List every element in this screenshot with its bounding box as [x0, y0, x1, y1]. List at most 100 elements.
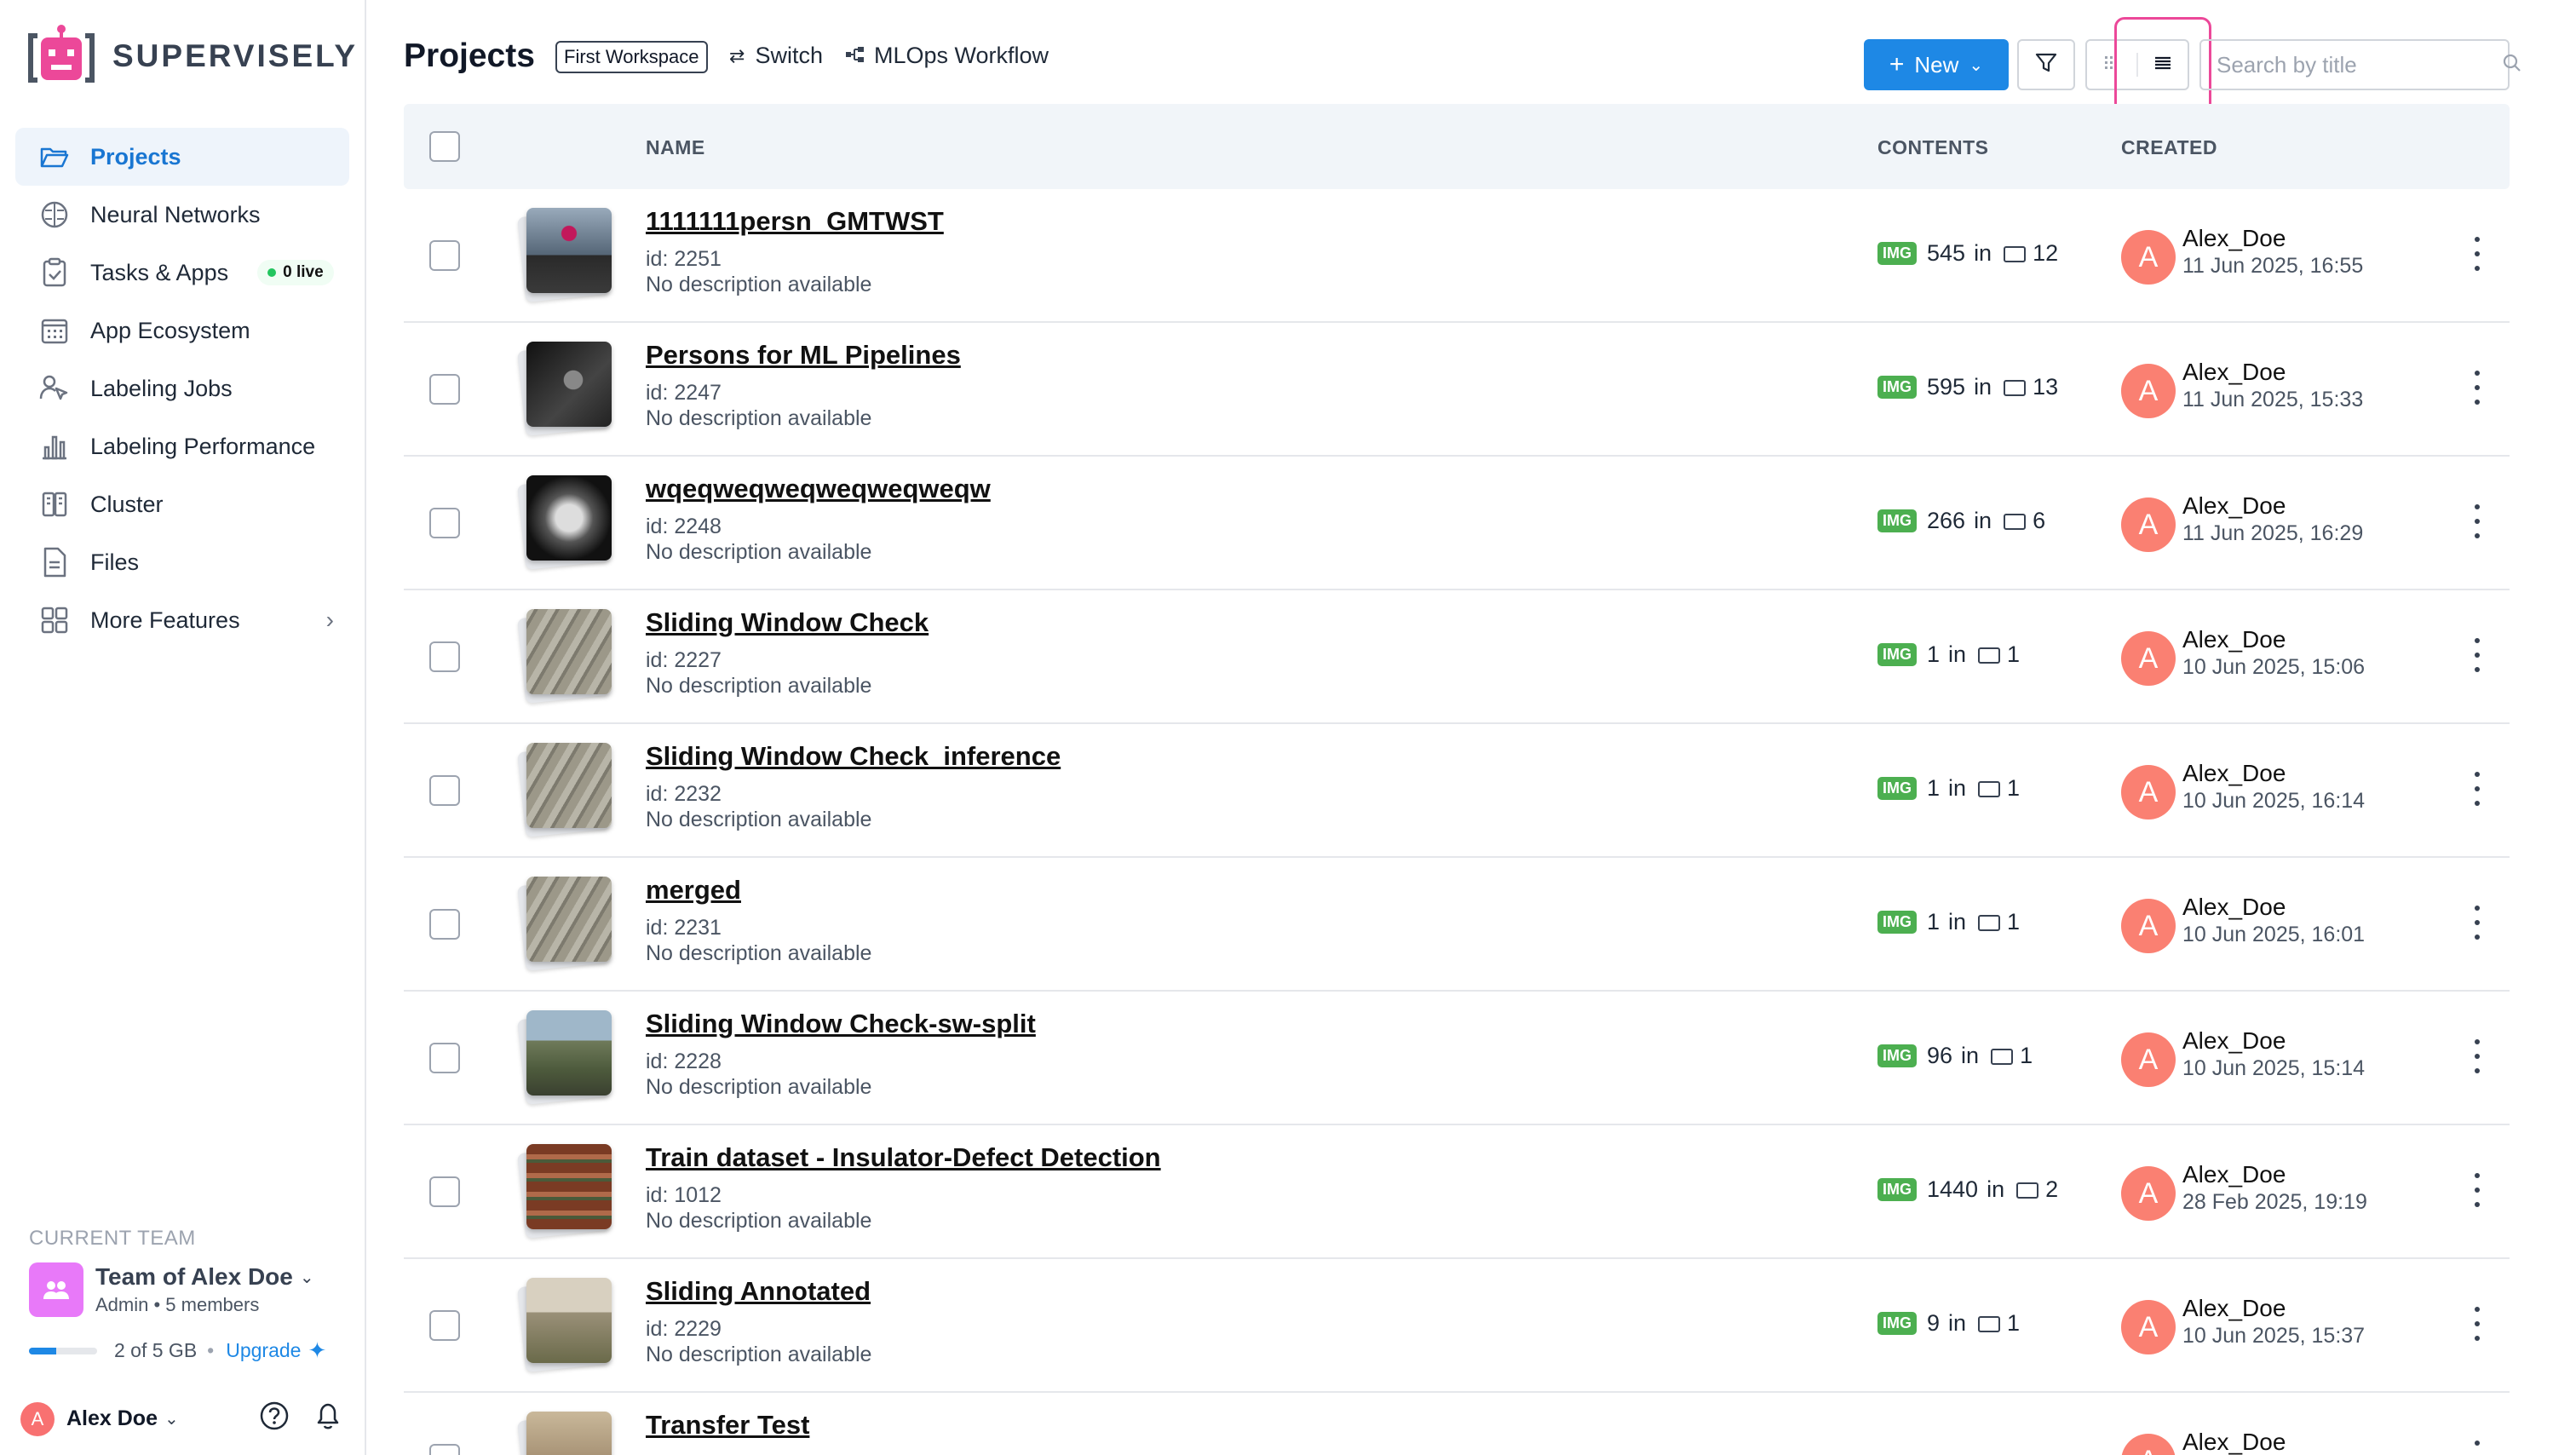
- row-checkbox[interactable]: [429, 909, 460, 940]
- mlops-workflow-link[interactable]: MLOps Workflow: [845, 43, 1049, 69]
- sidebar-item-labeling-performance[interactable]: Labeling Performance: [15, 417, 349, 475]
- storage-text: 2 of 5 GB: [114, 1339, 198, 1361]
- filter-button[interactable]: [2017, 39, 2075, 90]
- row-more-menu-icon[interactable]: [2472, 237, 2482, 271]
- sidebar-item-labeling-jobs[interactable]: Labeling Jobs: [15, 359, 349, 417]
- sidebar-item-more-features[interactable]: More Features ›: [15, 591, 349, 649]
- project-row[interactable]: Persons for ML Pipelines id: 2247 No des…: [404, 323, 2510, 457]
- project-thumbnail[interactable]: [517, 1412, 613, 1455]
- row-checkbox[interactable]: [429, 1310, 460, 1341]
- project-row[interactable]: Sliding Window Check_inference id: 2232 …: [404, 724, 2510, 858]
- sidebar-item-app-ecosystem[interactable]: App Ecosystem: [15, 302, 349, 359]
- project-title-link[interactable]: Sliding Window Check-sw-split: [646, 1009, 1036, 1039]
- search-input[interactable]: [2217, 51, 2502, 78]
- sidebar-item-files[interactable]: Files: [15, 533, 349, 591]
- row-more-menu-icon[interactable]: [2472, 1307, 2482, 1341]
- table-header: NAME CONTENTS CREATED: [404, 104, 2510, 189]
- row-more-menu-icon[interactable]: [2472, 638, 2482, 672]
- in-label: in: [1948, 909, 1967, 935]
- project-thumbnail[interactable]: [517, 475, 613, 570]
- project-title-link[interactable]: Sliding Window Check_inference: [646, 741, 1061, 772]
- project-thumbnail[interactable]: [517, 1010, 613, 1105]
- bell-icon[interactable]: [313, 1400, 342, 1437]
- project-thumbnail[interactable]: [517, 1144, 613, 1239]
- sidebar-item-projects[interactable]: Projects: [15, 128, 349, 186]
- project-row[interactable]: 1111111persn_GMTWST id: 2251 No descript…: [404, 189, 2510, 323]
- project-row[interactable]: Train dataset - Insulator-Defect Detecti…: [404, 1125, 2510, 1259]
- row-more-menu-icon[interactable]: [2472, 371, 2482, 405]
- project-id: id: 2227: [646, 648, 722, 672]
- user-menu[interactable]: A Alex Doe ⌄: [20, 1400, 349, 1437]
- column-name[interactable]: NAME: [646, 136, 705, 159]
- project-row[interactable]: Sliding Window Check-sw-split id: 2228 N…: [404, 992, 2510, 1125]
- search-field[interactable]: [2199, 39, 2521, 90]
- creator-name: Alex_Doe: [2182, 1027, 2286, 1054]
- project-title-link[interactable]: merged: [646, 875, 741, 906]
- img-type-badge: IMG: [1877, 1178, 1917, 1201]
- storage-progress-bar: [29, 1347, 97, 1354]
- sidebar-item-neural-networks[interactable]: Neural Networks: [15, 186, 349, 244]
- new-project-button[interactable]: + New ⌄: [1864, 39, 2009, 90]
- user-avatar: A: [20, 1401, 55, 1436]
- row-more-menu-icon[interactable]: [2472, 1039, 2482, 1073]
- project-title-link[interactable]: Persons for ML Pipelines: [646, 340, 961, 371]
- project-thumbnail[interactable]: [517, 1278, 613, 1372]
- project-title-link[interactable]: wqeqweqweqweqweqweqw: [646, 474, 991, 504]
- row-more-menu-icon[interactable]: [2472, 772, 2482, 806]
- folder-icon: [1978, 647, 2001, 664]
- project-title-link[interactable]: 1111111persn_GMTWST: [646, 206, 944, 237]
- app-grid-icon: [37, 313, 72, 348]
- project-row[interactable]: Sliding Window Check id: 2227 No descrip…: [404, 590, 2510, 724]
- project-thumbnail[interactable]: [517, 208, 613, 302]
- grid-icon: [37, 603, 72, 637]
- project-title-link[interactable]: Sliding Window Check: [646, 607, 929, 638]
- row-more-menu-icon[interactable]: [2472, 1441, 2482, 1455]
- column-contents[interactable]: CONTENTS: [1877, 136, 1989, 159]
- project-row[interactable]: Sliding Annotated id: 2229 No descriptio…: [404, 1259, 2510, 1393]
- project-title-link[interactable]: Train dataset - Insulator-Defect Detecti…: [646, 1142, 1161, 1173]
- switch-label: Switch: [755, 43, 823, 68]
- row-checkbox[interactable]: [429, 641, 460, 672]
- dataset-count: 1: [2007, 909, 2021, 935]
- project-thumbnail[interactable]: [517, 877, 613, 971]
- in-label: in: [1948, 641, 1967, 667]
- row-checkbox[interactable]: [429, 374, 460, 405]
- project-thumbnail[interactable]: [517, 342, 613, 436]
- row-more-menu-icon[interactable]: [2472, 906, 2482, 940]
- project-title-link[interactable]: Sliding Annotated: [646, 1276, 871, 1307]
- project-thumbnail[interactable]: [517, 743, 613, 837]
- row-checkbox[interactable]: [429, 240, 460, 271]
- sidebar-item-tasks-apps[interactable]: Tasks & Apps 0 live: [15, 244, 349, 302]
- project-contents: IMG 96 in 1: [1877, 1043, 2033, 1069]
- row-checkbox[interactable]: [429, 1176, 460, 1207]
- row-checkbox[interactable]: [429, 508, 460, 538]
- project-row[interactable]: wqeqweqweqweqweqweqw id: 2248 No descrip…: [404, 457, 2510, 590]
- row-checkbox[interactable]: [429, 1043, 460, 1073]
- project-id: id: 2232: [646, 782, 722, 806]
- column-created[interactable]: CREATED: [2121, 136, 2217, 159]
- project-row[interactable]: merged id: 2231 No description available…: [404, 858, 2510, 992]
- row-more-menu-icon[interactable]: [2472, 1173, 2482, 1207]
- upgrade-link[interactable]: Upgrade: [226, 1339, 301, 1362]
- project-title-link[interactable]: Transfer Test: [646, 1410, 809, 1441]
- project-thumbnail[interactable]: [517, 609, 613, 704]
- select-all-checkbox[interactable]: [429, 131, 460, 162]
- help-icon[interactable]: [259, 1400, 290, 1437]
- row-checkbox[interactable]: [429, 775, 460, 806]
- folder-icon: [2016, 1182, 2039, 1199]
- sidebar-item-label: Tasks & Apps: [90, 259, 229, 285]
- logo[interactable]: SUPERVISELY: [26, 24, 358, 89]
- creator-avatar: A: [2121, 1300, 2176, 1354]
- created-date: 28 Feb 2025, 19:19: [2182, 1190, 2367, 1214]
- created-date: 10 Jun 2025, 15:06: [2182, 655, 2366, 679]
- row-checkbox[interactable]: [429, 1444, 460, 1455]
- row-more-menu-icon[interactable]: [2472, 504, 2482, 538]
- project-row[interactable]: Transfer Test A Alex_Doe: [404, 1393, 2510, 1455]
- folder-icon: [2004, 246, 2027, 262]
- switch-workspace-link[interactable]: ⇄ Switch: [729, 43, 823, 69]
- project-id: id: 2251: [646, 247, 722, 271]
- folder-icon: [1991, 1049, 2014, 1065]
- project-description: No description available: [646, 1209, 872, 1233]
- sidebar-item-cluster[interactable]: Cluster: [15, 475, 349, 533]
- team-switcher[interactable]: Team of Alex Doe ⌄ Admin • 5 members: [29, 1262, 353, 1317]
